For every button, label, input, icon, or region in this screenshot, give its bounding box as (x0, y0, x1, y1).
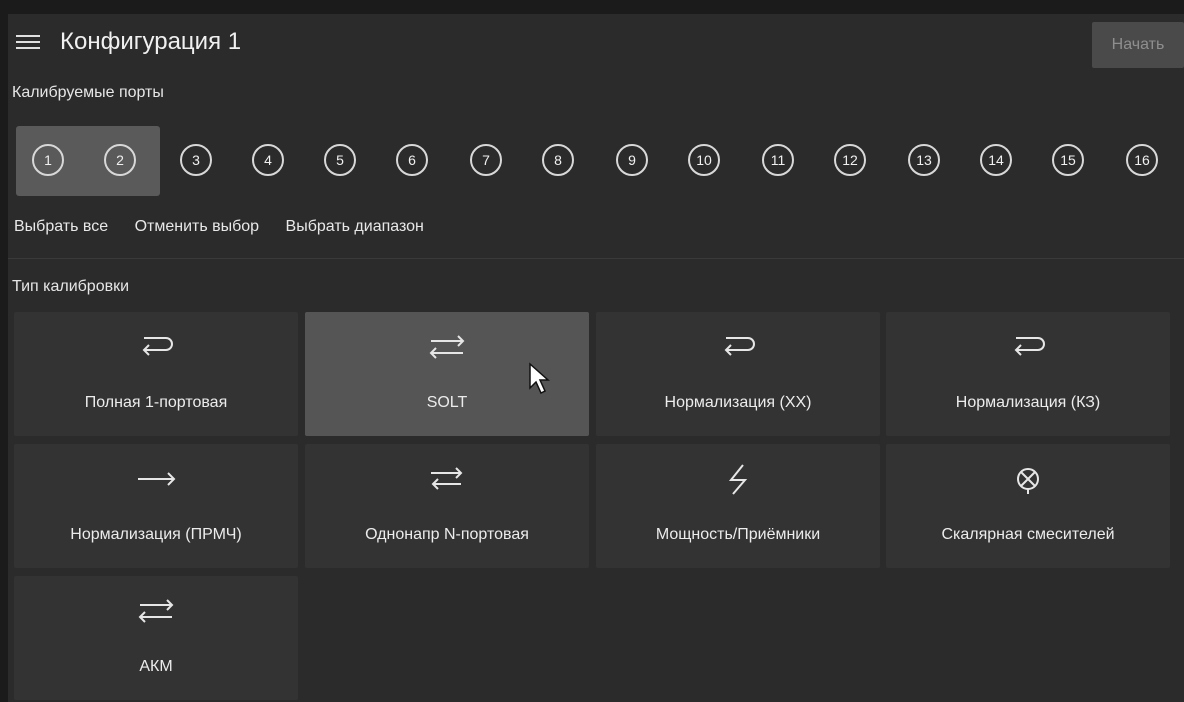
cal-type-label: Нормализация (ПРМЧ) (70, 526, 242, 543)
cal-type-label: Скалярная смесителей (941, 526, 1115, 543)
cal-type-label: Однонапр N-портовая (365, 526, 529, 543)
ports-section-label: Калибруемые порты (12, 84, 164, 101)
return-arrow-icon (14, 330, 298, 364)
port-12-button[interactable]: 12 (834, 144, 866, 176)
page-title: Конфигурация 1 (60, 28, 242, 55)
port-3-button[interactable]: 3 (180, 144, 212, 176)
port-11-button[interactable]: 11 (762, 144, 794, 176)
port-actions: Выбрать все Отменить выбор Выбрать диапа… (14, 218, 446, 236)
port-selector: 1 2 3 4 5 6 7 8 9 10 11 12 13 14 15 16 (16, 126, 1180, 196)
divider (8, 258, 1184, 259)
mixer-icon (886, 462, 1170, 496)
port-14-button[interactable]: 14 (980, 144, 1012, 176)
port-4-button[interactable]: 4 (252, 144, 284, 176)
start-button[interactable]: Начать (1092, 22, 1184, 68)
cal-type-normalization-open[interactable]: Нормализация (XX) (596, 312, 880, 436)
app-frame: Конфигурация 1 Начать Калибруемые порты … (0, 0, 1184, 702)
select-all-link[interactable]: Выбрать все (14, 218, 108, 235)
right-arrow-icon (14, 462, 298, 496)
lightning-icon (596, 462, 880, 496)
cal-type-normalization-through[interactable]: Нормализация (ПРМЧ) (14, 444, 298, 568)
port-8-button[interactable]: 8 (542, 144, 574, 176)
select-range-link[interactable]: Выбрать диапазон (286, 218, 424, 235)
calibration-type-label: Тип калибровки (12, 278, 130, 295)
header: Конфигурация 1 Начать (8, 14, 1184, 76)
cal-type-full-1-port[interactable]: Полная 1-портовая (14, 312, 298, 436)
cal-type-label: Нормализация (XX) (664, 394, 812, 411)
cal-type-acm[interactable]: АКМ (14, 576, 298, 700)
port-9-button[interactable]: 9 (616, 144, 648, 176)
return-arrow-icon (596, 330, 880, 364)
port-6-button[interactable]: 6 (396, 144, 428, 176)
port-1-button[interactable]: 1 (32, 144, 64, 176)
cal-type-one-path-n-port[interactable]: Однонапр N-портовая (305, 444, 589, 568)
bidirectional-arrows-icon (14, 594, 298, 628)
port-7-button[interactable]: 7 (470, 144, 502, 176)
port-10-button[interactable]: 10 (688, 144, 720, 176)
calibration-panel: Конфигурация 1 Начать Калибруемые порты … (8, 14, 1184, 702)
cal-type-power-receivers[interactable]: Мощность/Приёмники (596, 444, 880, 568)
menu-icon[interactable] (14, 32, 42, 56)
cal-type-label: SOLT (426, 394, 468, 411)
cal-type-scalar-mixer[interactable]: Скалярная смесителей (886, 444, 1170, 568)
cal-type-label: Полная 1-портовая (84, 394, 228, 411)
cal-type-normalization-short[interactable]: Нормализация (КЗ) (886, 312, 1170, 436)
port-16-button[interactable]: 16 (1126, 144, 1158, 176)
cal-type-label: АКМ (139, 658, 173, 675)
port-15-button[interactable]: 15 (1052, 144, 1084, 176)
port-2-button[interactable]: 2 (104, 144, 136, 176)
return-arrow-icon (886, 330, 1170, 364)
port-5-button[interactable]: 5 (324, 144, 356, 176)
bidirectional-arrows-icon (305, 330, 589, 364)
unidirectional-return-arrow-icon (305, 462, 589, 496)
deselect-link[interactable]: Отменить выбор (135, 218, 260, 235)
cal-type-label: Нормализация (КЗ) (955, 394, 1101, 411)
cal-type-label: Мощность/Приёмники (655, 526, 821, 543)
mouse-pointer-icon (528, 362, 554, 396)
port-13-button[interactable]: 13 (908, 144, 940, 176)
